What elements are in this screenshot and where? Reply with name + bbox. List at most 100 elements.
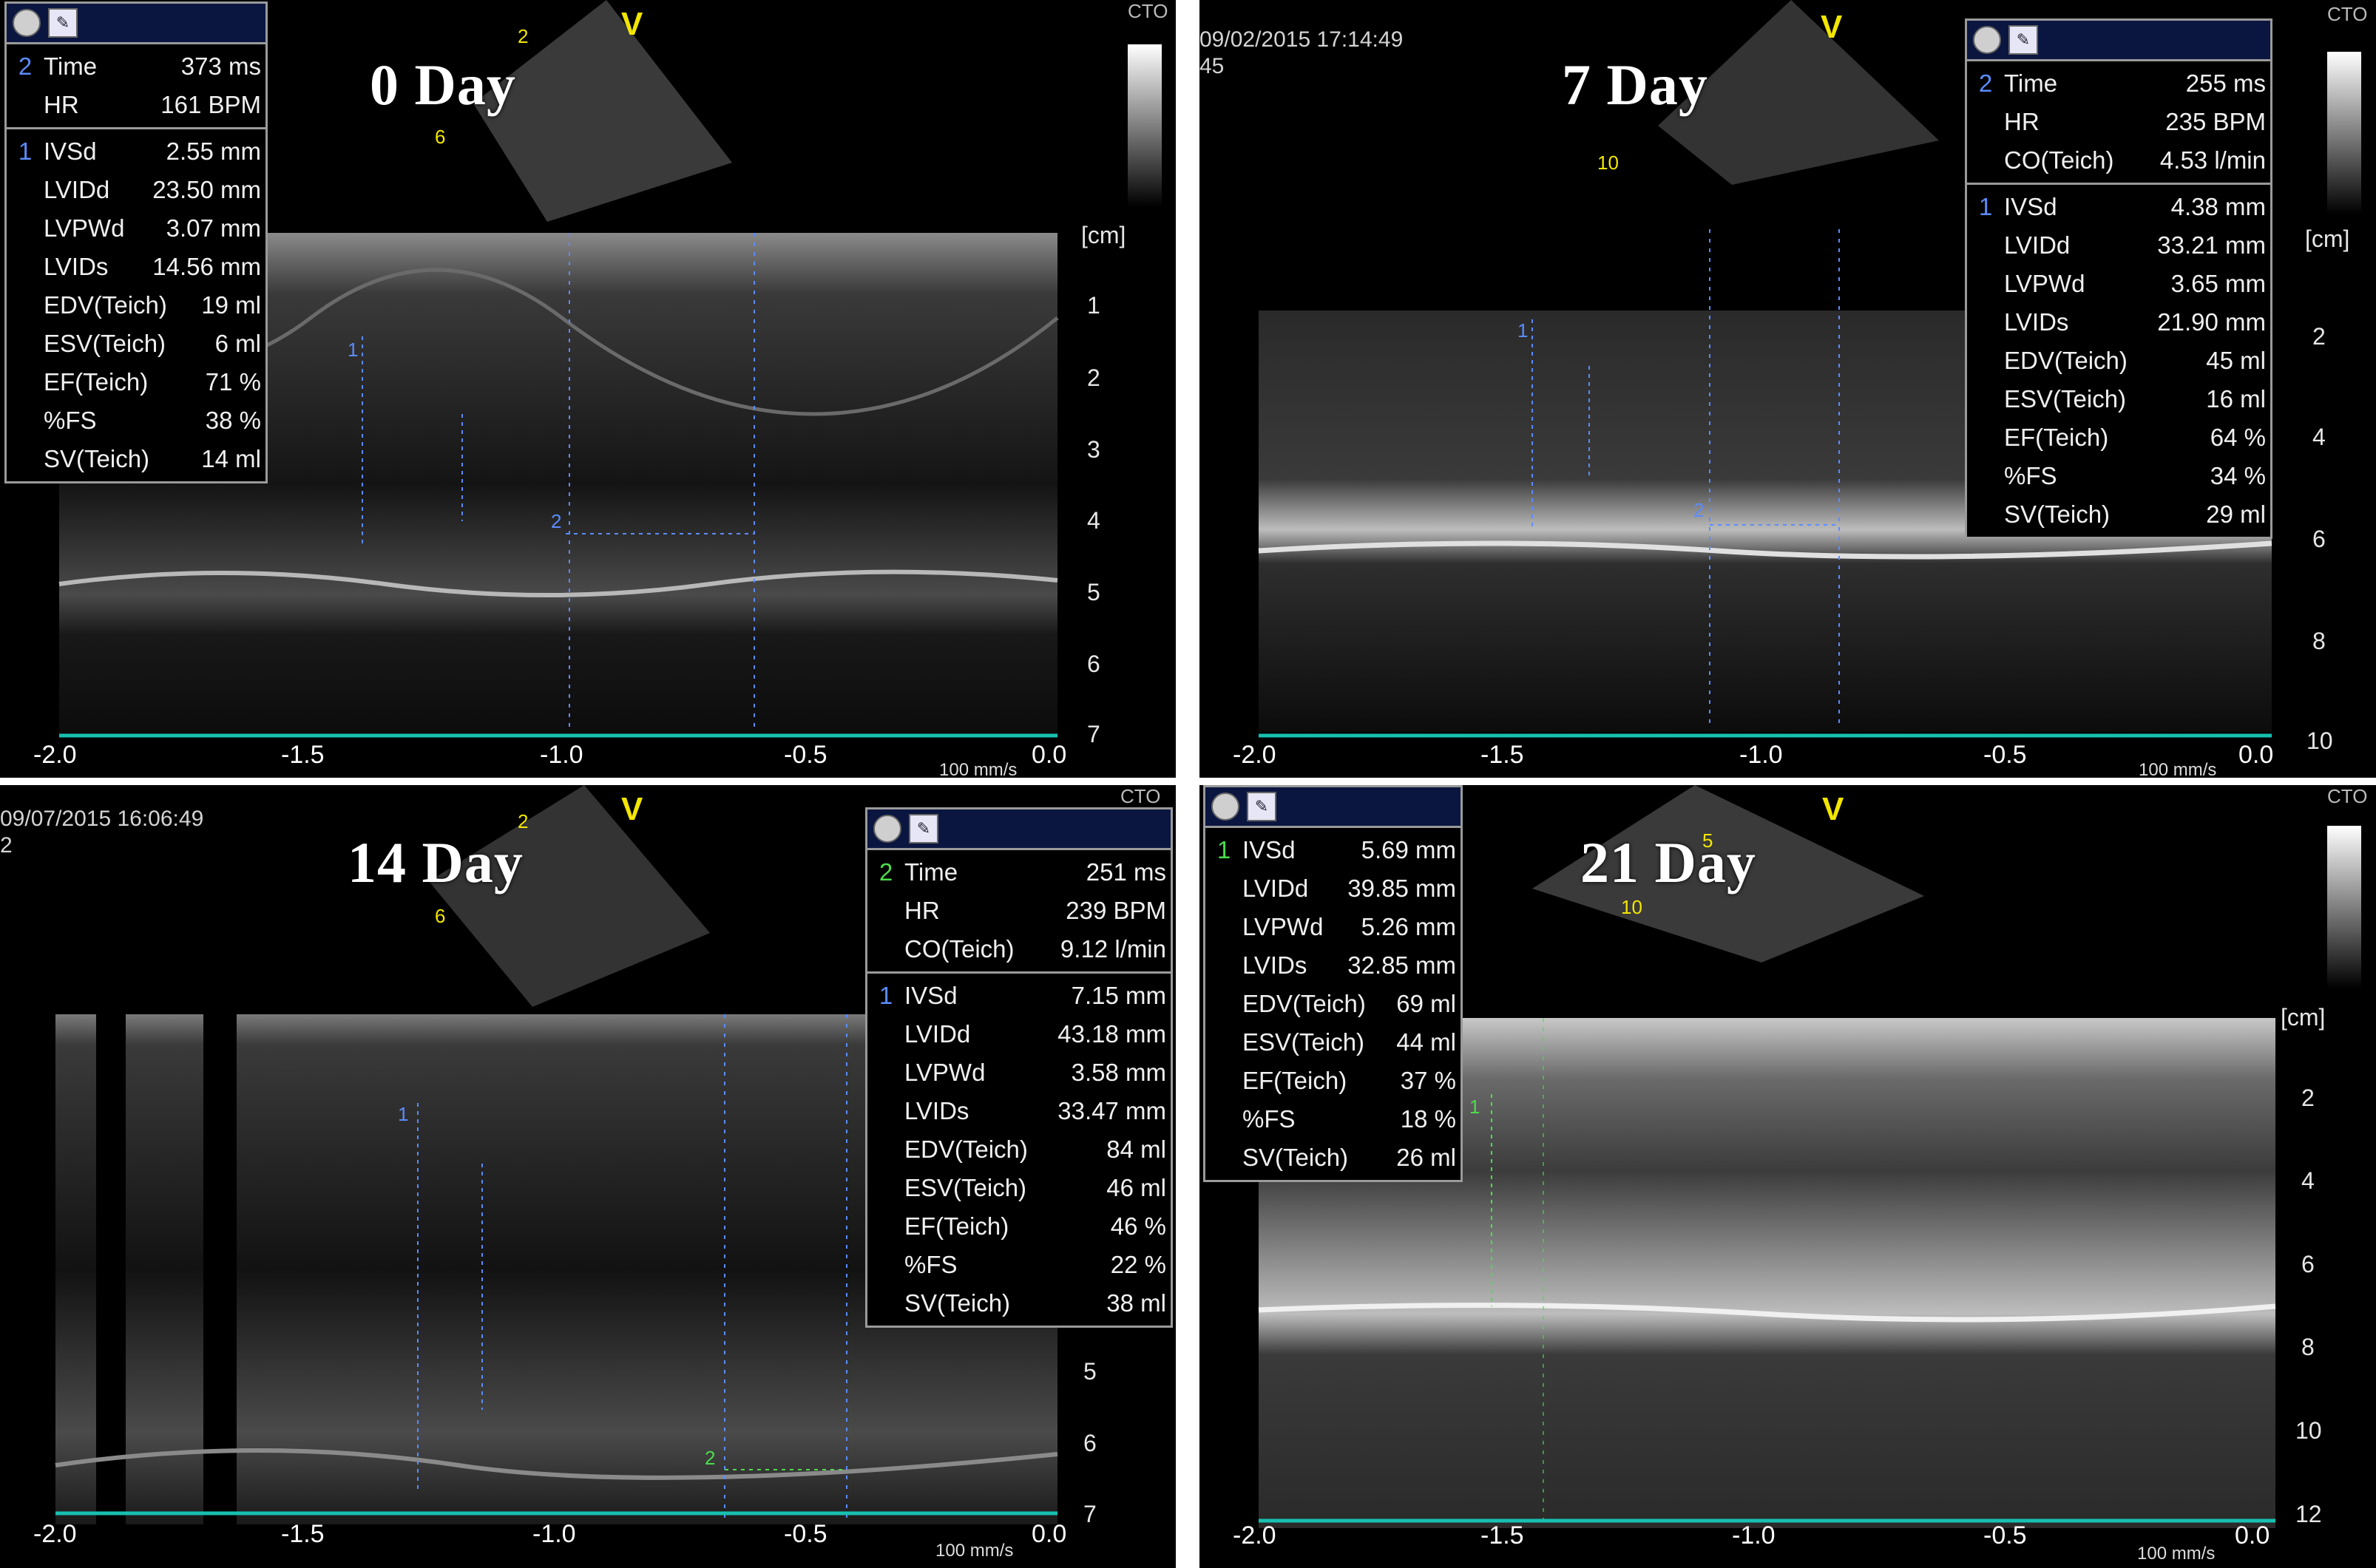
measurement-row: LVIDd 33.21 mm — [1967, 226, 2270, 265]
depth-label: 8 — [2312, 628, 2326, 654]
measurement-row: LVIDs 21.90 mm — [1967, 303, 2270, 342]
measurement-label: HR — [904, 897, 940, 924]
depth-label: 4 — [2301, 1167, 2315, 1194]
measurement-row: LVPWd 3.07 mm — [7, 209, 265, 248]
sweep-speed: 100 mm/s — [939, 760, 1018, 778]
measurement-panel: ✎ 2 Time 373 ms HR 161 BPM 1 IVSd 2.55 mm LVI… — [4, 1, 268, 483]
time-tick: 0.0 — [1032, 741, 1067, 769]
measurement-group: 2 Time 251 ms HR 239 BPM CO(Teich) 9.12 l/mi… — [867, 850, 1171, 974]
measurement-row: ESV(Teich) 6 ml — [7, 325, 265, 363]
measurement-row: LVPWd 3.58 mm — [867, 1053, 1171, 1092]
measurement-label: EF(Teich) — [904, 1212, 1009, 1240]
time-tick: 0.0 — [1032, 1520, 1067, 1548]
measurement-group: 1 IVSd 4.38 mm LVIDd 33.21 mm LVPWd 3.65 mm … — [1967, 185, 2270, 537]
measurement-group: 1 IVSd 7.15 mm LVIDd 43.18 mm LVPWd 3.58 mm … — [867, 974, 1171, 1326]
measurement-header: ✎ — [1205, 787, 1461, 828]
view-marker: V — [1822, 791, 1844, 827]
measurement-label: EF(Teich) — [2004, 424, 2109, 451]
measurement-row: LVIDs 14.56 mm — [7, 248, 265, 286]
record-icon[interactable] — [13, 9, 41, 37]
time-tick: -2.0 — [1233, 741, 1276, 769]
measurement-label: CO(Teich) — [904, 935, 1015, 963]
measurement-row: SV(Teich) 38 ml — [867, 1284, 1171, 1323]
depth-label: 12 — [2295, 1501, 2322, 1527]
cursor-icon[interactable]: ✎ — [1247, 792, 1276, 821]
measurement-value: 69 ml — [1396, 990, 1456, 1017]
measurement-index: 2 — [18, 52, 33, 80]
measurement-label: SV(Teich) — [904, 1289, 1011, 1317]
measurement-label: LVIDd — [2004, 231, 2071, 259]
measurement-row: EDV(Teich) 45 ml — [1967, 342, 2270, 380]
sector-mark: 10 — [1621, 896, 1642, 918]
depth-label: 2 — [2301, 1085, 2315, 1111]
caliper-label: 1 — [398, 1103, 409, 1125]
measurement-value: 22 % — [1110, 1251, 1166, 1278]
caliper-label: 1 — [348, 339, 359, 361]
panel-title: 14 Day — [348, 830, 524, 895]
panel-title: 7 Day — [1562, 52, 1708, 117]
gray-scale-bar — [2327, 826, 2361, 988]
depth-label: 7 — [1083, 1501, 1097, 1527]
measurement-value: 161 BPM — [160, 91, 261, 118]
measurement-value: 21.90 mm — [2157, 308, 2266, 336]
sector-mark: 6 — [435, 905, 446, 927]
cursor-icon[interactable]: ✎ — [2008, 25, 2038, 55]
measurement-value: 255 ms — [2185, 69, 2266, 97]
measurement-row: 1 IVSd 5.69 mm — [1205, 831, 1461, 869]
measurement-label: LVIDs — [44, 253, 109, 280]
measurement-label: %FS — [904, 1251, 958, 1278]
record-icon[interactable] — [873, 815, 901, 843]
measurement-row: CO(Teich) 4.53 l/min — [1967, 141, 2270, 180]
measurement-label: Time — [2004, 69, 2058, 97]
measurement-value: 71 % — [205, 368, 261, 396]
view-marker: V — [621, 6, 643, 42]
measurement-label: LVIDs — [2004, 308, 2069, 336]
measurement-header: ✎ — [7, 4, 265, 44]
measurement-label: ESV(Teich) — [904, 1174, 1027, 1201]
time-tick: -1.5 — [281, 1520, 325, 1548]
cto-label: CTO — [2327, 3, 2368, 25]
measurement-label: %FS — [44, 407, 97, 434]
measurement-value: 3.58 mm — [1071, 1059, 1166, 1086]
depth-unit: [cm] — [2305, 225, 2350, 252]
depth-label: 7 — [1087, 721, 1100, 747]
panel-title: 0 Day — [370, 52, 516, 117]
measurement-row: LVIDs 32.85 mm — [1205, 946, 1461, 985]
measurement-label: LVPWd — [44, 214, 125, 242]
panel-7-day: 1 2 10 09/02/2015 17:14:49 45 7 Day V CTO… — [1199, 0, 2376, 778]
measurement-value: 14 ml — [201, 445, 261, 472]
measurement-value: 64 % — [2210, 424, 2266, 451]
measurement-value: 26 ml — [1396, 1144, 1456, 1171]
cto-label: CTO — [1128, 0, 1168, 22]
depth-label: 8 — [2301, 1334, 2315, 1360]
cursor-icon[interactable]: ✎ — [48, 8, 78, 38]
measurement-value: 5.26 mm — [1361, 913, 1456, 940]
depth-label: 2 — [2312, 323, 2326, 350]
measurement-label: IVSd — [1242, 836, 1296, 863]
measurement-value: 3.07 mm — [166, 214, 261, 242]
measurement-label: LVIDs — [904, 1097, 969, 1124]
measurement-value: 34 % — [2210, 462, 2266, 489]
measurement-label: LVPWd — [1242, 913, 1324, 940]
measurement-row: 2 Time 373 ms — [7, 47, 265, 86]
measurement-label: EDV(Teich) — [904, 1136, 1028, 1163]
measurement-label: IVSd — [44, 138, 97, 165]
measurement-value: 373 ms — [180, 52, 261, 80]
cursor-icon[interactable]: ✎ — [909, 814, 938, 844]
sweep-speed: 100 mm/s — [2137, 1544, 2216, 1564]
measurement-value: 84 ml — [1106, 1136, 1166, 1163]
measurement-value: 45 ml — [2206, 347, 2266, 374]
measurement-row: LVPWd 5.26 mm — [1205, 908, 1461, 946]
measurement-row: HR 235 BPM — [1967, 103, 2270, 141]
measurement-label: LVIDd — [904, 1020, 971, 1048]
measurement-label: EDV(Teich) — [1242, 990, 1366, 1017]
measurement-label: ESV(Teich) — [1242, 1028, 1365, 1056]
measurement-row: HR 239 BPM — [867, 892, 1171, 930]
record-icon[interactable] — [1211, 793, 1239, 821]
measurement-label: EF(Teich) — [44, 368, 149, 396]
record-icon[interactable] — [1973, 26, 2001, 54]
measurement-value: 23.50 mm — [152, 176, 261, 203]
measurement-label: %FS — [2004, 462, 2057, 489]
time-tick: -1.0 — [540, 741, 583, 769]
measurement-label: EDV(Teich) — [44, 291, 167, 319]
